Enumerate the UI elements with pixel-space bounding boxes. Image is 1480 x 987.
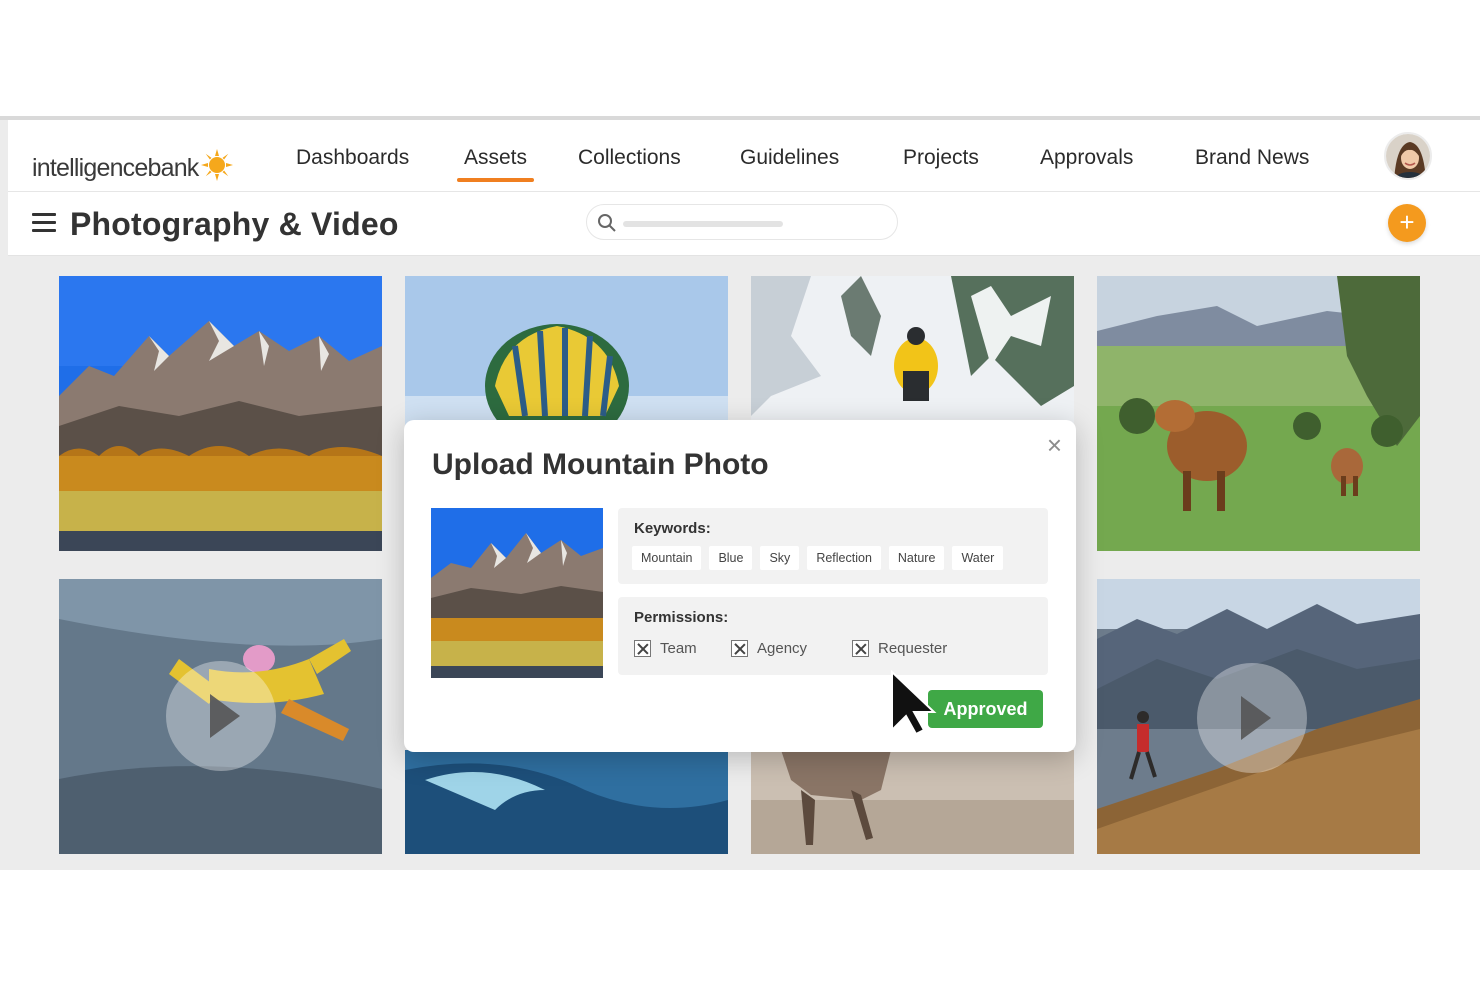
nav-collections[interactable]: Collections xyxy=(578,146,681,170)
checkbox-checked-icon xyxy=(731,640,748,657)
search-input[interactable] xyxy=(586,204,898,240)
permission-label: Requester xyxy=(878,640,948,657)
permission-team-checkbox[interactable]: Team xyxy=(634,640,697,657)
keyword-chip[interactable]: Nature xyxy=(888,546,945,570)
nav-dashboards[interactable]: Dashboards xyxy=(296,146,409,170)
asset-tile-mountain-runner[interactable] xyxy=(1097,579,1420,854)
nav-assets[interactable]: Assets xyxy=(456,146,535,182)
logo-text: intelligencebank xyxy=(32,154,199,182)
mountain-photo xyxy=(59,276,382,551)
checkbox-checked-icon xyxy=(634,640,651,657)
sun-logo-icon xyxy=(200,149,233,188)
upload-thumbnail xyxy=(431,508,603,678)
keyword-chip[interactable]: Sky xyxy=(760,546,800,570)
upload-modal: × Upload Mountain Photo Keywords: Mounta… xyxy=(404,420,1076,752)
nav-approvals[interactable]: Approvals xyxy=(1040,146,1133,170)
asset-tile-wave[interactable] xyxy=(405,750,728,854)
permission-label: Team xyxy=(660,640,697,657)
search-icon xyxy=(597,213,617,238)
modal-title: Upload Mountain Photo xyxy=(432,448,769,481)
user-avatar[interactable] xyxy=(1384,132,1432,180)
hamburger-menu-icon[interactable] xyxy=(32,213,56,233)
asset-tile-mountain[interactable] xyxy=(59,276,382,551)
nav-projects[interactable]: Projects xyxy=(903,146,979,170)
keyword-chip-list: Mountain Blue Sky Reflection Nature Wate… xyxy=(632,546,1004,570)
play-icon[interactable] xyxy=(166,661,276,771)
add-asset-button[interactable]: + xyxy=(1388,204,1426,242)
asset-tile-skydiver[interactable] xyxy=(59,579,382,854)
asset-tile-highland-cattle[interactable] xyxy=(1097,276,1420,551)
close-icon[interactable]: × xyxy=(1047,430,1062,461)
keyword-chip[interactable]: Mountain xyxy=(632,546,702,570)
top-navigation-bar: intelligencebank Dashboards Assets Colle… xyxy=(8,120,1480,192)
permissions-label: Permissions: xyxy=(634,609,729,626)
keyword-chip[interactable]: Blue xyxy=(709,546,753,570)
search-placeholder-bar xyxy=(623,221,783,227)
keywords-panel: Keywords: Mountain Blue Sky Reflection N… xyxy=(618,508,1048,584)
horse-photo xyxy=(751,750,1074,854)
app-window: intelligencebank Dashboards Assets Colle… xyxy=(0,116,1480,870)
page-title: Photography & Video xyxy=(70,206,399,242)
page-header-bar: Photography & Video + xyxy=(8,192,1480,256)
nav-guidelines[interactable]: Guidelines xyxy=(740,146,839,170)
permissions-panel: Permissions: Team Agency Requester xyxy=(618,597,1048,675)
keyword-chip[interactable]: Reflection xyxy=(807,546,881,570)
checkbox-checked-icon xyxy=(852,640,869,657)
intelligencebank-logo[interactable]: intelligencebank xyxy=(32,144,233,183)
highland-cattle-photo xyxy=(1097,276,1420,551)
permission-agency-checkbox[interactable]: Agency xyxy=(731,640,807,657)
asset-tile-horse[interactable] xyxy=(751,750,1074,854)
keywords-label: Keywords: xyxy=(634,520,711,537)
play-icon[interactable] xyxy=(1197,663,1307,773)
wave-photo xyxy=(405,750,728,854)
nav-brand-news[interactable]: Brand News xyxy=(1195,146,1309,170)
permission-label: Agency xyxy=(757,640,808,657)
keyword-chip[interactable]: Water xyxy=(952,546,1004,570)
permission-requester-checkbox[interactable]: Requester xyxy=(852,640,947,657)
mouse-pointer-icon xyxy=(890,669,950,741)
